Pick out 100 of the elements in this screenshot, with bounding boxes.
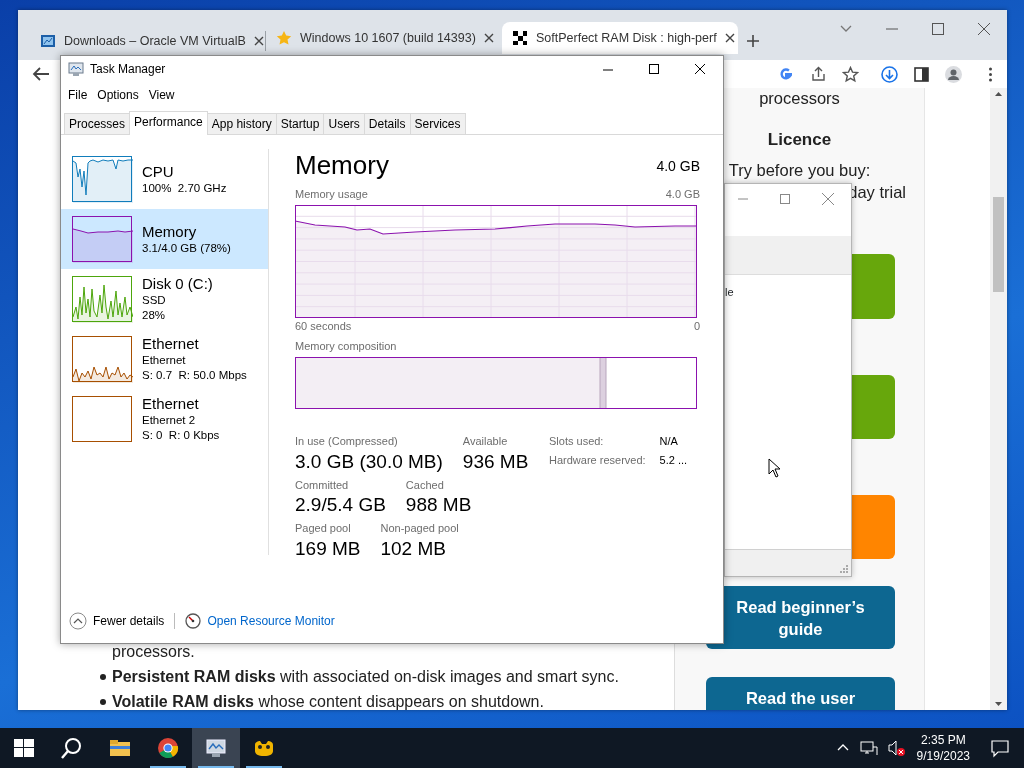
stat-label: In use (Compressed) [295, 434, 399, 449]
sidebar-heading: Licence [767, 130, 832, 149]
tab[interactable]: Startup [275, 113, 325, 134]
sidebar-text: Try before you buy: [728, 161, 871, 179]
window-icon [40, 33, 56, 49]
sidebar-text: processors [759, 89, 840, 107]
resource-detail: 28% [142, 308, 167, 323]
search-engine-icon[interactable] [778, 65, 795, 83]
stat-value: 2.9/5.4 GB [295, 493, 386, 517]
stat-label: Cached [405, 477, 445, 493]
axis-label: 60 seconds [295, 318, 352, 334]
close-icon[interactable] [253, 36, 264, 46]
resource-item[interactable]: Memory 3.1/4.0 GB (78%) [61, 209, 268, 269]
sidebar-button[interactable]: Read beginner’s guide [706, 586, 895, 649]
stat-label: Committed [295, 477, 350, 493]
resource-monitor-link[interactable]: Open Resource Monitor [207, 612, 335, 630]
stat-label: Non-paged pool [380, 521, 459, 536]
resource-item[interactable]: Ethernet Ethernet S: 0.7 R: 50.0 Mbps [61, 329, 268, 389]
back-icon[interactable] [32, 66, 50, 82]
download-icon[interactable] [881, 65, 898, 83]
axis-label: 4.0 GB [665, 187, 700, 202]
resource-name: Ethernet [142, 395, 200, 413]
stat-value: 102 MB [380, 536, 447, 561]
close-icon[interactable] [483, 33, 494, 43]
hardware-value: N/A [659, 434, 679, 449]
chart-label: Memory composition [295, 339, 397, 354]
browser-icon [157, 737, 179, 759]
resource-detail: 3.1/4.0 GB (78%) [142, 240, 231, 256]
maximize-icon[interactable] [648, 63, 660, 75]
scrollbar[interactable] [990, 88, 1007, 710]
paragraph-text: processors. [112, 642, 196, 662]
tab[interactable]: App history [206, 113, 277, 134]
tab[interactable]: Processes [64, 113, 131, 134]
scroll-thumb[interactable] [993, 197, 1004, 292]
close-icon[interactable] [724, 33, 735, 43]
browser-tab[interactable]: Downloads – Oracle VM VirtualB [30, 31, 266, 51]
resource-detail: SSD [142, 293, 167, 308]
star-icon[interactable] [842, 65, 859, 83]
chart-label: Memory usage [295, 187, 368, 202]
bullet-icon [100, 698, 106, 705]
profile-icon[interactable] [945, 65, 962, 83]
close-icon[interactable] [694, 63, 706, 75]
task-manager-icon [205, 737, 227, 759]
axis-label: 0 [693, 318, 700, 334]
resource-item[interactable]: Ethernet Ethernet 2 S: 0 R: 0 Kbps [61, 389, 268, 449]
hardware-label: Hardware reserved: [549, 452, 646, 468]
window-title: Task Manager [90, 61, 166, 78]
resource-name: Ethernet [142, 335, 200, 353]
menu-item[interactable]: View [143, 84, 180, 106]
bullet-icon [100, 673, 106, 680]
share-icon[interactable] [810, 65, 827, 83]
stat-label: Available [462, 434, 509, 449]
browser-tab[interactable]: Windows 10 1607 (build 14393) [266, 22, 502, 54]
sidebar-button[interactable]: Read the user [706, 677, 895, 710]
collapse-icon[interactable] [69, 612, 87, 630]
stat-value: 988 MB [405, 493, 472, 517]
fewer-details-link[interactable]: Fewer details [93, 612, 165, 630]
stat-value: 936 MB [462, 449, 529, 474]
tab[interactable]: Users [323, 113, 365, 134]
taskbar-button[interactable] [192, 728, 240, 768]
checker-icon [512, 30, 528, 46]
resource-item[interactable]: Disk 0 (C:) SSD 28% [61, 269, 268, 329]
resource-name: CPU [142, 162, 175, 181]
stat-value: 3.0 GB (30.0 MB) [295, 449, 443, 474]
list-text: le [725, 286, 734, 298]
resource-name: Memory [142, 222, 198, 241]
side-panel-icon[interactable] [913, 65, 930, 83]
tab[interactable]: Performance [129, 111, 208, 135]
menu-item[interactable]: File [63, 84, 93, 106]
new-tab-icon[interactable] [746, 34, 760, 48]
tab[interactable]: Services [409, 113, 466, 134]
resource-detail: S: 0.7 R: 50.0 Mbps [142, 368, 247, 383]
stat-label: Paged pool [295, 521, 352, 536]
resource-detail: Ethernet 2 [142, 413, 197, 428]
resource-detail: S: 0 R: 0 Kbps [142, 428, 220, 443]
notification-icon[interactable] [990, 738, 1010, 758]
resource-item[interactable]: CPU 100% 2.70 GHz [61, 149, 268, 209]
bullet-text: Persistent RAM disks with associated on-disk images and smart sync. [112, 667, 619, 687]
total-value: 4.0 GB [656, 157, 700, 176]
tab[interactable]: Details [363, 113, 411, 134]
folder-icon [109, 737, 131, 759]
clock[interactable]: 2:35 PM 9/19/2023 [908, 732, 978, 764]
menu-item[interactable]: Options [92, 84, 144, 106]
muted-speaker-icon[interactable] [886, 739, 905, 757]
hardware-label: Slots used: [549, 434, 605, 449]
panel-title: Memory [295, 149, 389, 181]
hardware-value: 5.2 ... [659, 452, 688, 468]
cursor-icon [768, 458, 780, 478]
star-icon [276, 30, 292, 46]
browser-tab[interactable]: SoftPerfect RAM Disk : high-perf [502, 22, 738, 54]
resize-grip-icon[interactable] [839, 564, 848, 573]
resource-detail: 100% 2.70 GHz [142, 180, 227, 196]
resource-detail: Ethernet [142, 353, 187, 368]
network-icon[interactable] [858, 739, 879, 757]
search-icon[interactable] [61, 737, 83, 759]
start-icon[interactable] [13, 737, 35, 759]
gauge-icon [185, 613, 202, 629]
stat-value: 169 MB [295, 536, 361, 561]
bullet-text: Volatile RAM disks whose content disappears on shutdown. [112, 692, 544, 710]
task-manager-icon [68, 61, 84, 77]
